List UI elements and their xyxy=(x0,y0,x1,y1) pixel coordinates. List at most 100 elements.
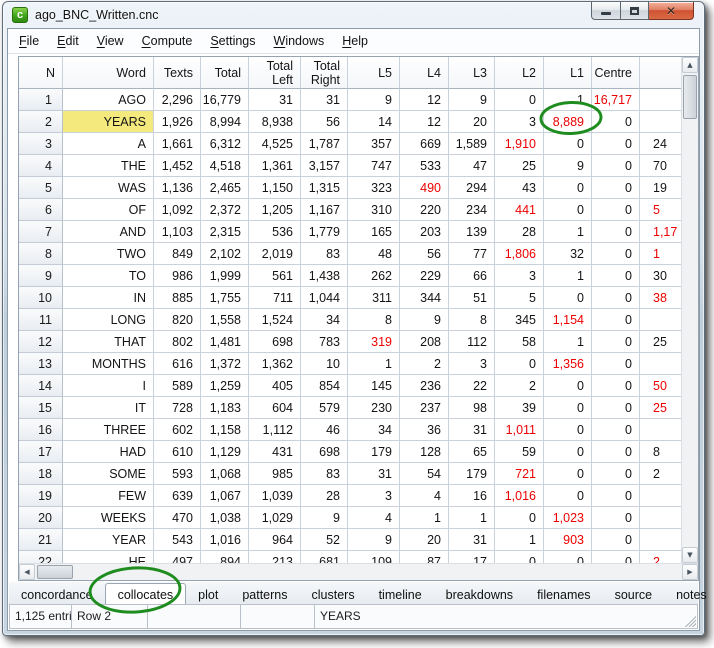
table-row-year[interactable]: 21YEAR5431,016964529203119030 xyxy=(19,529,681,551)
value-cell[interactable]: 0 xyxy=(495,507,544,529)
value-cell[interactable]: 98 xyxy=(449,397,495,419)
column-header-l2[interactable]: L2 xyxy=(495,57,544,89)
value-cell[interactable]: 0 xyxy=(592,265,640,287)
value-cell[interactable]: 230 xyxy=(348,397,400,419)
table-row-i[interactable]: 14I5891,2594058541452362220050 xyxy=(19,375,681,397)
table-row-he[interactable]: 22HE49789421368110987170002 xyxy=(19,551,681,563)
value-cell[interactable]: 4,525 xyxy=(249,133,301,155)
value-cell[interactable]: 543 xyxy=(154,529,201,551)
value-cell[interactable]: 728 xyxy=(154,397,201,419)
value-cell[interactable]: 431 xyxy=(249,441,301,463)
value-cell[interactable]: 10 xyxy=(301,353,348,375)
value-cell[interactable]: 83 xyxy=(301,243,348,265)
row-number[interactable]: 14 xyxy=(19,375,63,397)
table-row-ago[interactable]: 1AGO2,29616,779313191290116,717 xyxy=(19,89,681,111)
column-header-total-left[interactable]: Total Left xyxy=(249,57,301,89)
table-row-the[interactable]: 4THE1,4524,5181,3613,15774753347259070 xyxy=(19,155,681,177)
menu-settings[interactable]: Settings xyxy=(201,31,264,51)
value-cell[interactable]: 165 xyxy=(348,221,400,243)
value-cell[interactable]: 344 xyxy=(400,287,449,309)
value-cell[interactable]: 1,17 xyxy=(640,221,681,243)
scroll-up-button[interactable]: ▲ xyxy=(682,57,698,73)
value-cell[interactable]: 604 xyxy=(249,397,301,419)
value-cell[interactable]: 903 xyxy=(544,529,592,551)
word-cell[interactable]: MONTHS xyxy=(63,353,154,375)
value-cell[interactable] xyxy=(640,419,681,441)
value-cell[interactable]: 208 xyxy=(400,331,449,353)
value-cell[interactable]: 3 xyxy=(495,111,544,133)
value-cell[interactable]: 24 xyxy=(640,133,681,155)
value-cell[interactable]: 8,889 xyxy=(544,111,592,133)
value-cell[interactable]: 213 xyxy=(249,551,301,563)
word-cell[interactable]: THAT xyxy=(63,331,154,353)
row-number[interactable]: 10 xyxy=(19,287,63,309)
value-cell[interactable]: 1 xyxy=(544,221,592,243)
row-number[interactable]: 16 xyxy=(19,419,63,441)
value-cell[interactable]: 323 xyxy=(348,177,400,199)
value-cell[interactable]: 20 xyxy=(449,111,495,133)
value-cell[interactable]: 1,910 xyxy=(495,133,544,155)
value-cell[interactable]: 8 xyxy=(449,309,495,331)
value-cell[interactable]: 0 xyxy=(592,243,640,265)
value-cell[interactable]: 1,092 xyxy=(154,199,201,221)
value-cell[interactable]: 610 xyxy=(154,441,201,463)
value-cell[interactable]: 28 xyxy=(301,485,348,507)
row-number[interactable]: 2 xyxy=(19,111,63,133)
value-cell[interactable]: 0 xyxy=(592,287,640,309)
value-cell[interactable]: 17 xyxy=(449,551,495,563)
value-cell[interactable]: 1 xyxy=(495,529,544,551)
word-cell[interactable]: HAD xyxy=(63,441,154,463)
value-cell[interactable]: 4 xyxy=(348,507,400,529)
value-cell[interactable]: 25 xyxy=(640,397,681,419)
row-number[interactable]: 7 xyxy=(19,221,63,243)
table-row-weeks[interactable]: 20WEEKS4701,0381,029941101,0230 xyxy=(19,507,681,529)
value-cell[interactable]: 0 xyxy=(495,353,544,375)
column-header-n[interactable]: N xyxy=(19,57,63,89)
column-header-total-right[interactable]: Total Right xyxy=(301,57,348,89)
value-cell[interactable]: 145 xyxy=(348,375,400,397)
row-number[interactable]: 8 xyxy=(19,243,63,265)
value-cell[interactable]: 50 xyxy=(640,375,681,397)
menu-edit[interactable]: Edit xyxy=(48,31,88,51)
value-cell[interactable]: 0 xyxy=(544,419,592,441)
value-cell[interactable]: 9 xyxy=(348,89,400,111)
value-cell[interactable]: 83 xyxy=(301,463,348,485)
value-cell[interactable]: 536 xyxy=(249,221,301,243)
value-cell[interactable]: 1,016 xyxy=(495,485,544,507)
value-cell[interactable]: 16 xyxy=(449,485,495,507)
table-row-had[interactable]: 17HAD6101,1294316981791286559008 xyxy=(19,441,681,463)
value-cell[interactable]: 34 xyxy=(301,309,348,331)
value-cell[interactable]: 1,029 xyxy=(249,507,301,529)
value-cell[interactable]: 0 xyxy=(592,419,640,441)
value-cell[interactable]: 1 xyxy=(544,331,592,353)
value-cell[interactable]: 820 xyxy=(154,309,201,331)
value-cell[interactable]: 0 xyxy=(592,441,640,463)
value-cell[interactable]: 65 xyxy=(449,441,495,463)
value-cell[interactable]: 2,296 xyxy=(154,89,201,111)
value-cell[interactable]: 31 xyxy=(249,89,301,111)
value-cell[interactable]: 229 xyxy=(400,265,449,287)
value-cell[interactable]: 721 xyxy=(495,463,544,485)
value-cell[interactable]: 0 xyxy=(592,529,640,551)
value-cell[interactable]: 179 xyxy=(348,441,400,463)
value-cell[interactable]: 2,315 xyxy=(201,221,249,243)
value-cell[interactable]: 25 xyxy=(495,155,544,177)
row-number[interactable]: 13 xyxy=(19,353,63,375)
value-cell[interactable]: 2,019 xyxy=(249,243,301,265)
value-cell[interactable]: 9 xyxy=(301,507,348,529)
value-cell[interactable]: 1,167 xyxy=(301,199,348,221)
value-cell[interactable]: 1,011 xyxy=(495,419,544,441)
value-cell[interactable]: 311 xyxy=(348,287,400,309)
value-cell[interactable]: 0 xyxy=(544,441,592,463)
value-cell[interactable]: 1,259 xyxy=(201,375,249,397)
value-cell[interactable]: 43 xyxy=(495,177,544,199)
value-cell[interactable]: 1,158 xyxy=(201,419,249,441)
value-cell[interactable]: 0 xyxy=(592,375,640,397)
value-cell[interactable]: 3,157 xyxy=(301,155,348,177)
maximize-button[interactable] xyxy=(620,2,649,20)
title-bar[interactable]: c ago_BNC_Written.cnc ✕ xyxy=(3,2,704,28)
value-cell[interactable]: 5 xyxy=(640,199,681,221)
value-cell[interactable]: 1,806 xyxy=(495,243,544,265)
value-cell[interactable]: 802 xyxy=(154,331,201,353)
value-cell[interactable]: 0 xyxy=(592,463,640,485)
